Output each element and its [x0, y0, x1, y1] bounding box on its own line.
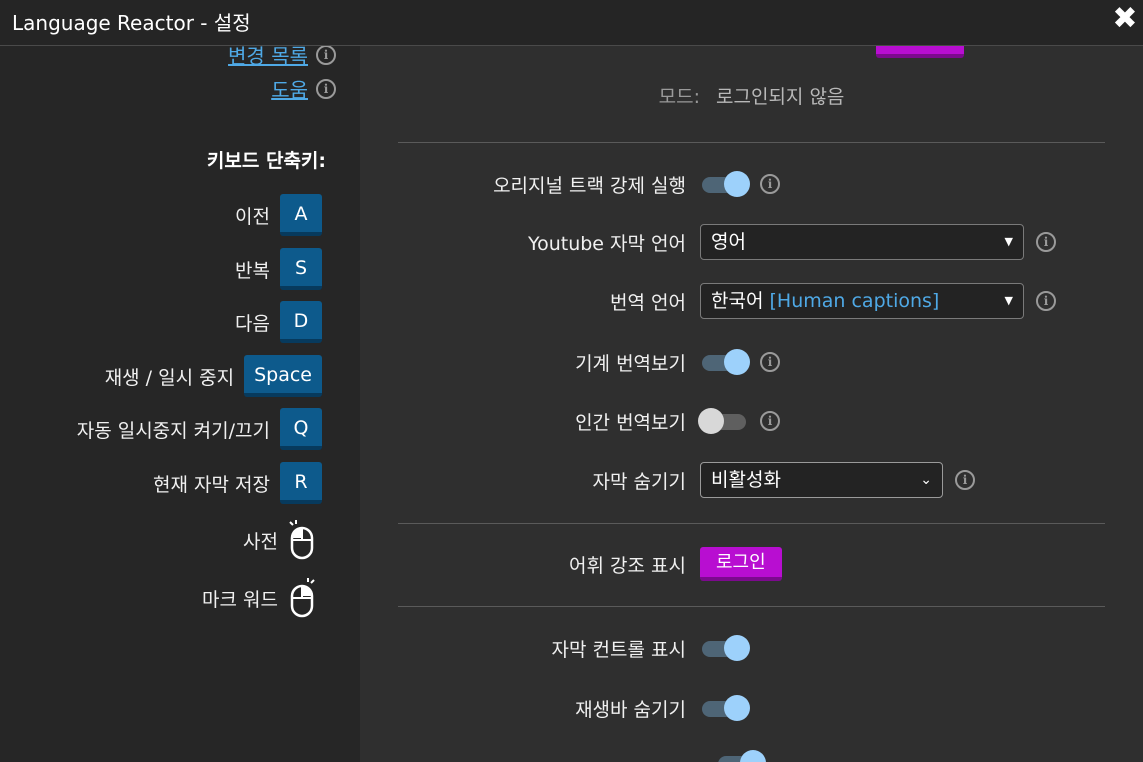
mode-row: 모드: 로그인되지 않음 [360, 82, 1143, 112]
shortcut-label: 다음 [235, 312, 270, 335]
title-bar: Language Reactor - 설정 ✖ [0, 0, 1143, 46]
force-original-toggle[interactable] [700, 171, 750, 197]
shortcut-label: 현재 자막 저장 [153, 473, 270, 496]
mode-label: 모드: [658, 86, 700, 108]
mouse-left-click-icon [289, 520, 314, 560]
mode-value: 로그인되지 않음 [716, 86, 845, 108]
shortcut-label: 이전 [235, 205, 270, 228]
row-label: 번역 언어 [610, 291, 686, 314]
caret-down-icon: ▼ [1004, 294, 1013, 307]
translation-language-select[interactable]: 한국어 [Human captions] ▼ [700, 283, 1024, 319]
key-q: Q [280, 408, 322, 450]
login-button[interactable]: 로그인 [700, 547, 782, 581]
row-label: 기계 번역보기 [575, 352, 686, 375]
chevron-down-icon: ⌄ [920, 472, 932, 488]
row-youtube-subtitle-language: Youtube 자막 언어 영어 ▼ i [360, 222, 1143, 262]
shortcut-row-repeat: 반복 S [235, 248, 322, 290]
row-vocab-highlight: 어휘 강조 표시 로그인 [360, 544, 1143, 584]
settings-panel: 모드: 로그인되지 않음 오리지널 트랙 강제 실행 i Youtube 자막 … [360, 46, 1143, 762]
select-value: 비활성화 [711, 469, 781, 491]
window-title: Language Reactor - 설정 [12, 11, 251, 35]
divider [398, 606, 1105, 607]
info-icon[interactable]: i [760, 411, 780, 431]
row-human-translation: 인간 번역보기 i [360, 401, 1143, 441]
info-icon[interactable]: i [1036, 232, 1056, 252]
close-icon[interactable]: ✖ [1111, 2, 1139, 36]
divider [398, 142, 1105, 143]
key-r: R [280, 462, 322, 504]
shortcut-row-next: 다음 D [235, 301, 322, 343]
key-a: A [280, 194, 322, 236]
key-d: D [280, 301, 322, 343]
mouse-right-click-icon [290, 578, 315, 618]
changelog-link-row: 변경 목록 i [228, 46, 336, 69]
caret-down-icon: ▼ [1004, 235, 1013, 248]
shortcut-label: 재생 / 일시 중지 [104, 366, 235, 389]
row-label: 오리지널 트랙 강제 실행 [493, 174, 686, 197]
sidebar: 변경 목록 i 도움 i 키보드 단축키: 이전 A 반복 S 다음 D 재생 … [0, 46, 360, 762]
select-value: 한국어 [711, 290, 764, 312]
info-icon[interactable]: i [955, 470, 975, 490]
select-hint: [Human captions] [769, 290, 940, 312]
row-label: 자막 숨기기 [592, 470, 686, 493]
info-icon[interactable]: i [1036, 291, 1056, 311]
row-force-original-track: 오리지널 트랙 강제 실행 i [360, 164, 1143, 204]
row-label: Youtube 자막 언어 [528, 232, 686, 255]
shortcut-row-dictionary: 사전 [243, 520, 316, 560]
hide-playbar-toggle[interactable] [700, 695, 750, 721]
shortcut-row-autopause: 자동 일시중지 켜기/끄기 Q [77, 408, 322, 450]
changelog-link[interactable]: 변경 목록 [228, 46, 308, 69]
key-s: S [280, 248, 322, 290]
row-subtitle-controls: 자막 컨트롤 표시 [360, 628, 1143, 668]
shortcut-row-mark-word: 마크 워드 [202, 578, 316, 618]
row-hide-playbar: 재생바 숨기기 [360, 688, 1143, 728]
row-machine-translation: 기계 번역보기 i [360, 342, 1143, 382]
row-label: 재생바 숨기기 [575, 698, 686, 721]
shortcut-label: 마크 워드 [202, 588, 278, 611]
shortcut-label: 자동 일시중지 켜기/끄기 [76, 419, 270, 442]
select-value: 영어 [711, 231, 746, 253]
info-icon[interactable]: i [316, 46, 336, 65]
shortcut-row-play-pause: 재생 / 일시 중지 Space [105, 355, 322, 397]
info-icon[interactable]: i [316, 78, 336, 99]
info-icon[interactable]: i [760, 352, 780, 372]
shortcut-label: 사전 [243, 530, 278, 553]
help-link-row: 도움 i [271, 74, 336, 103]
row-label: 자막 컨트롤 표시 [551, 638, 686, 661]
human-translation-toggle[interactable] [698, 408, 748, 434]
keyboard-shortcuts-title: 키보드 단축키: [206, 150, 326, 172]
partial-toggle[interactable] [716, 750, 766, 762]
youtube-subtitle-language-select[interactable]: 영어 ▼ [700, 224, 1024, 260]
shortcut-row-previous: 이전 A [235, 194, 322, 236]
shortcut-row-save-subtitle: 현재 자막 저장 R [153, 462, 322, 504]
info-icon[interactable]: i [760, 174, 780, 194]
login-button-partial[interactable] [876, 46, 964, 58]
shortcut-label: 반복 [235, 259, 270, 282]
row-label: 어휘 강조 표시 [569, 554, 686, 577]
key-space: Space [244, 355, 322, 397]
row-hide-subtitles: 자막 숨기기 비활성화 ⌄ i [360, 460, 1143, 500]
hide-subtitles-select[interactable]: 비활성화 ⌄ [700, 462, 943, 498]
subtitle-controls-toggle[interactable] [700, 635, 750, 661]
row-label: 인간 번역보기 [575, 411, 686, 434]
machine-translation-toggle[interactable] [700, 349, 750, 375]
divider [398, 523, 1105, 524]
row-translation-language: 번역 언어 한국어 [Human captions] ▼ i [360, 281, 1143, 321]
help-link[interactable]: 도움 [271, 74, 308, 103]
